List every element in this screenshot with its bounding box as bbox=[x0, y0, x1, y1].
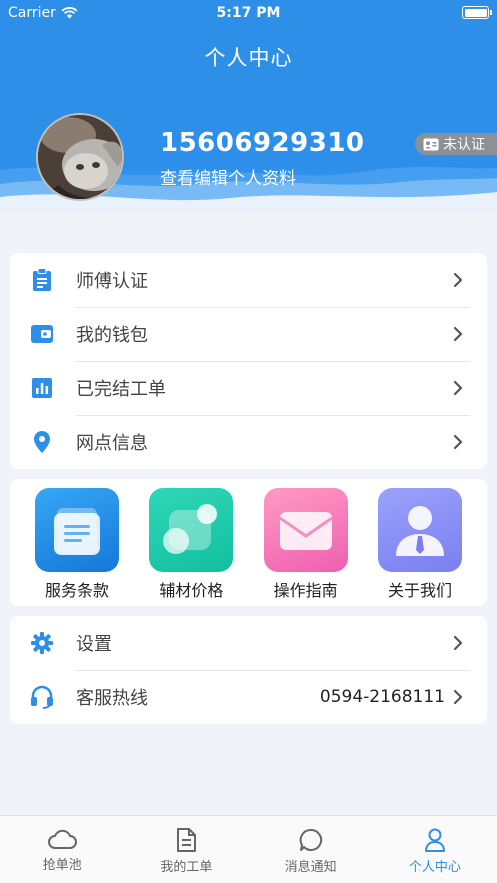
chat-bubble-icon bbox=[299, 828, 322, 851]
battery-icon bbox=[462, 6, 492, 19]
grid-label: 辅材价格 bbox=[159, 581, 224, 600]
tab-my-orders[interactable]: 我的工单 bbox=[124, 816, 248, 883]
hotline-number[interactable]: 0594-2168111 bbox=[320, 687, 445, 707]
tab-label: 消息通知 bbox=[284, 860, 337, 875]
grid-item-operation-guide[interactable]: 操作指南 bbox=[263, 488, 348, 601]
tab-label: 我的工单 bbox=[160, 860, 213, 875]
profile-banner[interactable]: 15606929310 查看编辑个人资料 未认证 bbox=[0, 92, 497, 217]
chevron-right-icon bbox=[453, 380, 463, 396]
avatar-cat-photo bbox=[38, 115, 122, 199]
top-header: Carrier 5:17 PM 个人中心 bbox=[0, 0, 497, 92]
menu-item-completed-orders[interactable]: 已完结工单 bbox=[10, 361, 487, 415]
grid-label: 服务条款 bbox=[44, 581, 109, 600]
menu-label: 客服热线 bbox=[76, 688, 148, 709]
tab-bar: 抢单池 我的工单 消息通知 个人中心 bbox=[0, 815, 497, 883]
grid-item-about-us[interactable]: 关于我们 bbox=[377, 488, 462, 601]
menu-label: 设置 bbox=[76, 634, 112, 655]
menu-label: 我的钱包 bbox=[76, 325, 148, 346]
tab-profile[interactable]: 个人中心 bbox=[373, 816, 497, 883]
verification-badge[interactable]: 未认证 bbox=[415, 133, 497, 155]
menu-label: 师傅认证 bbox=[76, 271, 148, 292]
menu-item-customer-hotline[interactable]: 客服热线 0594-2168111 bbox=[10, 670, 487, 724]
menu-item-settings[interactable]: 设置 bbox=[10, 616, 487, 670]
grid-label: 操作指南 bbox=[273, 581, 338, 600]
tab-label: 个人中心 bbox=[408, 860, 461, 875]
settings-menu-card: 设置 客服热线 0594-2168111 bbox=[10, 616, 487, 724]
badge-label: 未认证 bbox=[443, 137, 485, 153]
shortcut-grid-card: 服务条款 辅材价格 操作指南 关于我们 bbox=[10, 479, 487, 606]
grid-label: 关于我们 bbox=[387, 581, 452, 600]
page-title: 个人中心 bbox=[204, 46, 293, 70]
user-phone: 15606929310 bbox=[160, 128, 365, 158]
chevron-right-icon bbox=[453, 326, 463, 342]
wallet-icon bbox=[30, 322, 54, 346]
bar-chart-icon bbox=[30, 376, 54, 400]
headset-icon bbox=[30, 685, 54, 709]
id-card-icon bbox=[423, 138, 439, 150]
location-pin-icon bbox=[30, 430, 54, 454]
chevron-right-icon bbox=[453, 434, 463, 450]
menu-item-my-wallet[interactable]: 我的钱包 bbox=[10, 307, 487, 361]
gear-icon bbox=[30, 631, 54, 655]
tab-notifications[interactable]: 消息通知 bbox=[249, 816, 373, 883]
menu-item-branch-info[interactable]: 网点信息 bbox=[10, 415, 487, 469]
document-icon bbox=[177, 828, 197, 852]
grid-item-service-terms[interactable]: 服务条款 bbox=[35, 488, 119, 601]
edit-profile-link[interactable]: 查看编辑个人资料 bbox=[160, 164, 296, 189]
person-tie-icon bbox=[377, 488, 462, 572]
chevron-right-icon bbox=[453, 689, 463, 705]
bubbles-icon bbox=[149, 488, 234, 572]
chevron-right-icon bbox=[453, 635, 463, 651]
clock: 5:17 PM bbox=[216, 5, 281, 21]
menu-item-master-certification[interactable]: 师傅认证 bbox=[10, 253, 487, 307]
document-stack-icon bbox=[35, 488, 119, 572]
grid-item-material-price[interactable]: 辅材价格 bbox=[149, 488, 234, 601]
envelope-icon bbox=[263, 488, 348, 572]
cloud-icon bbox=[48, 829, 78, 849]
menu-label: 网点信息 bbox=[76, 433, 148, 454]
avatar[interactable] bbox=[36, 113, 124, 201]
menu-label: 已完结工单 bbox=[76, 379, 166, 400]
clipboard-icon bbox=[30, 268, 54, 292]
status-bar: Carrier 5:17 PM bbox=[0, 0, 497, 26]
user-icon bbox=[424, 828, 445, 852]
chevron-right-icon bbox=[453, 272, 463, 288]
tab-label: 抢单池 bbox=[42, 858, 82, 873]
main-menu-card: 师傅认证 我的钱包 已完结工单 网点信息 bbox=[10, 253, 487, 469]
tab-order-pool[interactable]: 抢单池 bbox=[0, 816, 124, 883]
